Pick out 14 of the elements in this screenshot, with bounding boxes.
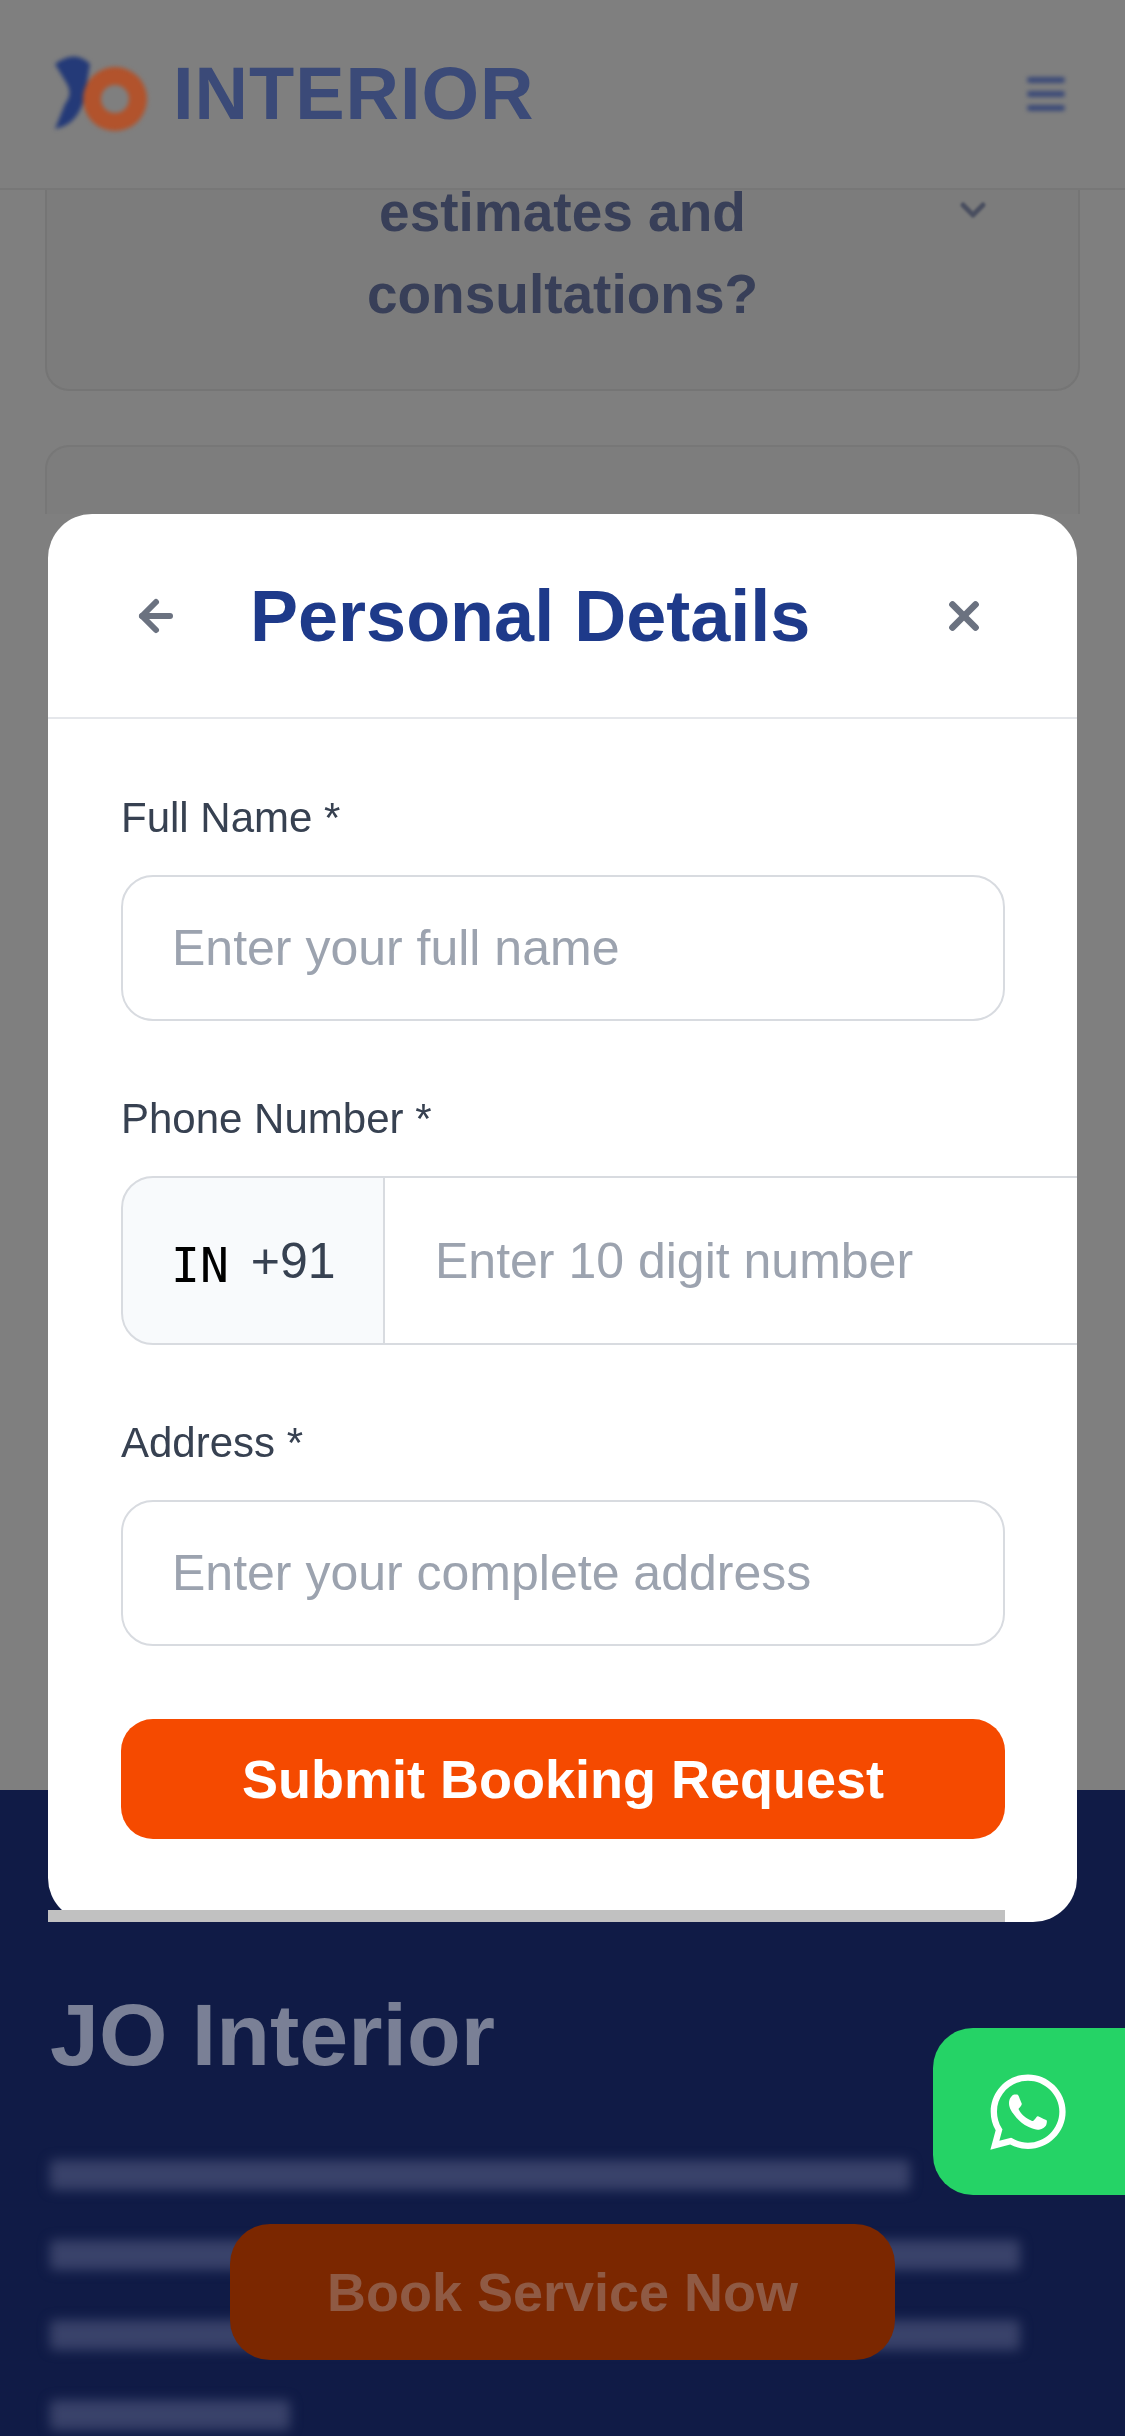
logo-text: INTERIOR xyxy=(173,54,535,134)
field-label: Full Name * xyxy=(121,793,342,843)
submit-booking-button[interactable]: Submit Booking Request xyxy=(121,1719,1005,1839)
faq-card[interactable]: estimates and consultations? xyxy=(45,190,1080,391)
phone-input[interactable]: Enter 10 digit number xyxy=(385,1176,1077,1345)
field-label: Phone Number * xyxy=(121,1094,433,1144)
text-input[interactable]: Enter your full name xyxy=(121,875,1005,1021)
text-input[interactable]: Enter your complete address xyxy=(121,1500,1005,1646)
dialog-title: Personal Details xyxy=(250,574,811,658)
footer-brand: JO Interior xyxy=(50,1985,496,2085)
field-label: Address * xyxy=(121,1418,305,1468)
whatsapp-button[interactable] xyxy=(933,2028,1125,2195)
horizontal-scrollbar[interactable] xyxy=(48,1910,1005,1922)
country-code-selector[interactable]: IN +91 xyxy=(121,1176,385,1345)
